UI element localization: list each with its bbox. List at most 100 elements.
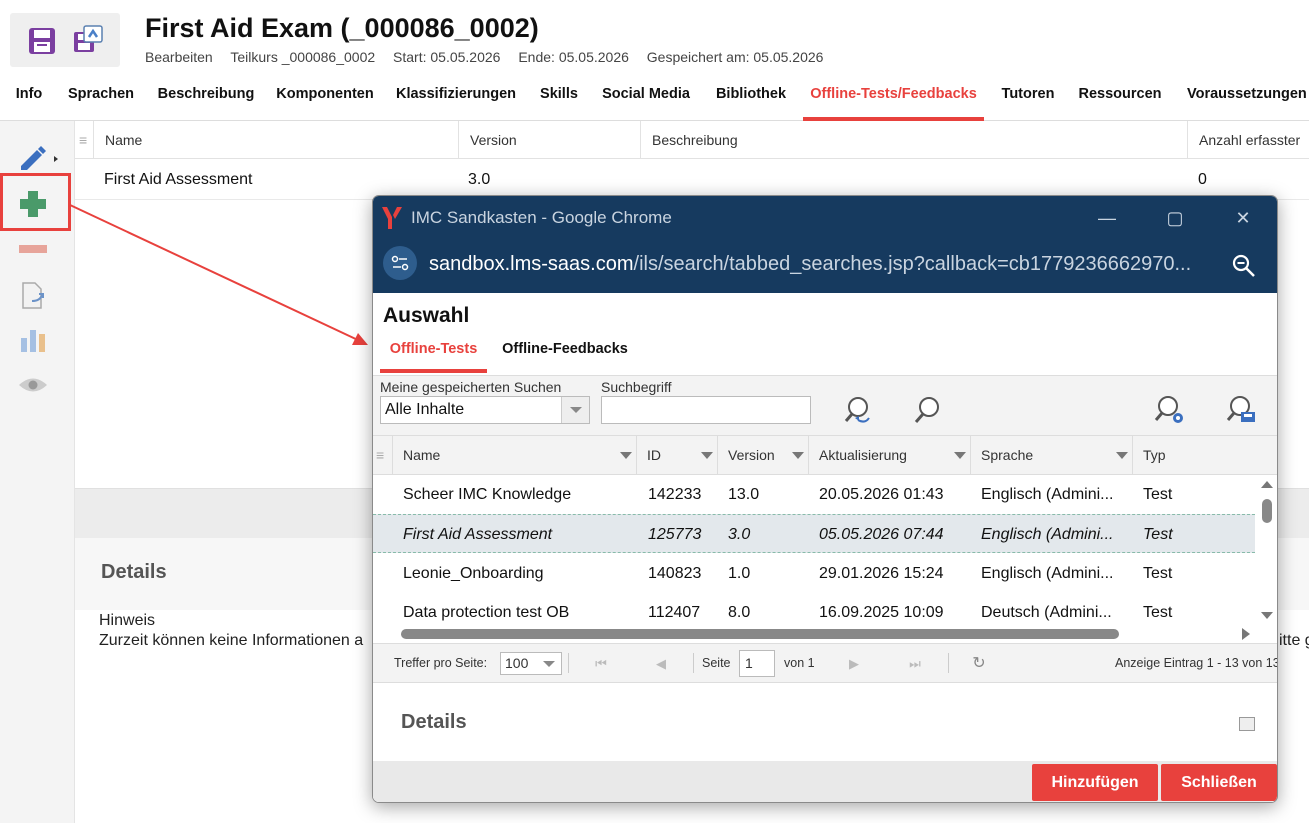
pager-summary: Anzeige Eintrag 1 - 13 von 13 (1115, 656, 1278, 670)
cell-type: Test (1143, 486, 1173, 503)
close-window-icon[interactable]: ✕ (1231, 206, 1255, 230)
zoom-icon[interactable] (1231, 253, 1257, 279)
grid-header-id[interactable]: ID (637, 436, 718, 475)
saved-search-value: Alle Inhalte (385, 401, 465, 418)
save-icon[interactable] (28, 27, 56, 55)
row-version: 3.0 (468, 171, 491, 188)
tab-bar: Info Sprachen Beschreibung Komponenten K… (0, 74, 1309, 121)
column-header-version[interactable]: Version (459, 121, 641, 159)
page-label: Seite (702, 656, 731, 670)
annotation-arrow (69, 204, 368, 345)
refresh-icon[interactable]: ↻ (970, 655, 988, 673)
tab-offline-tests-feedbacks[interactable]: Offline-Tests/Feedbacks (803, 74, 984, 121)
tab-sprachen[interactable]: Sprachen (62, 74, 140, 121)
scroll-right-icon[interactable] (1239, 627, 1253, 641)
export-document-icon[interactable] (20, 282, 48, 310)
main-table-header: ≡ Name Version Beschreibung Anzahl erfas… (75, 121, 1309, 159)
tab-offline-feedbacks[interactable]: Offline-Feedbacks (501, 337, 629, 373)
cell-name: Data protection test OB (403, 604, 570, 621)
search-term-input[interactable] (601, 396, 811, 424)
prev-page-icon[interactable]: ◀ (652, 655, 670, 673)
sort-dropdown-icon[interactable] (954, 452, 966, 459)
collapse-icon[interactable] (1239, 717, 1255, 731)
horizontal-scrollbar[interactable] (397, 625, 1255, 643)
close-button[interactable]: Schließen (1161, 764, 1277, 801)
table-row[interactable]: Data protection test OB 112407 8.0 16.09… (373, 593, 1255, 625)
grid-header-updated[interactable]: Aktualisierung (809, 436, 971, 475)
vertical-scrollbar[interactable] (1255, 475, 1277, 625)
search-term-label: Suchbegriff (601, 379, 672, 395)
table-row[interactable]: Scheer IMC Knowledge 142233 13.0 20.05.2… (373, 475, 1255, 514)
tab-tutoren[interactable]: Tutoren (994, 74, 1062, 121)
tab-komponenten[interactable]: Komponenten (272, 74, 378, 121)
grid-header-name[interactable]: Name (393, 436, 637, 475)
table-row[interactable]: First Aid Assessment 3.0 0 (75, 160, 1309, 200)
per-page-value: 100 (505, 655, 529, 671)
cell-id: 112407 (648, 604, 701, 621)
url-text[interactable]: sandbox.lms-saas.com/ils/search/tabbed_s… (429, 253, 1219, 276)
saved-search-select[interactable]: Alle Inhalte (380, 396, 590, 424)
column-header-description[interactable]: Beschreibung (641, 121, 1188, 159)
last-page-icon[interactable]: ⏭ (906, 655, 924, 673)
edit-icon[interactable] (18, 144, 58, 170)
tab-bibliothek[interactable]: Bibliothek (708, 74, 794, 121)
sort-dropdown-icon[interactable] (792, 452, 804, 459)
tab-info[interactable]: Info (6, 74, 52, 121)
minimize-icon[interactable]: — (1095, 206, 1119, 230)
grid-header-type[interactable]: Typ (1133, 436, 1277, 475)
preview-eye-icon[interactable] (18, 376, 48, 394)
grid-header-version-label: Version (728, 447, 775, 463)
details-title: Details (101, 561, 167, 583)
page-number-input[interactable]: 1 (739, 650, 775, 677)
per-page-select[interactable]: 100 (500, 652, 562, 675)
cell-name: Scheer IMC Knowledge (403, 486, 572, 503)
chevron-down-icon[interactable] (537, 653, 561, 674)
per-page-label: Treffer pro Seite: (394, 656, 488, 670)
tab-beschreibung[interactable]: Beschreibung (152, 74, 260, 121)
add-icon[interactable] (19, 190, 47, 218)
tab-social-media[interactable]: Social Media (596, 74, 696, 121)
next-page-icon[interactable]: ▶ (845, 655, 863, 673)
cell-version: 1.0 (728, 565, 751, 582)
row-name: First Aid Assessment (104, 171, 253, 188)
imc-logo-icon (382, 207, 402, 229)
sort-dropdown-icon[interactable] (620, 452, 632, 459)
sort-dropdown-icon[interactable] (701, 452, 713, 459)
search-reset-icon[interactable] (843, 394, 877, 428)
statistics-icon[interactable] (20, 328, 46, 352)
tab-ressourcen[interactable]: Ressourcen (1074, 74, 1166, 121)
column-header-count[interactable]: Anzahl erfasster (1188, 121, 1309, 159)
site-info-icon[interactable] (383, 246, 417, 280)
chevron-down-icon[interactable] (561, 397, 589, 423)
table-row-selected[interactable]: First Aid Assessment 125773 3.0 05.05.20… (373, 514, 1255, 553)
grid-header-language-label: Sprache (981, 447, 1034, 463)
search-icon[interactable] (911, 394, 945, 428)
add-button[interactable]: Hinzufügen (1032, 764, 1158, 801)
maximize-icon[interactable]: ▢ (1163, 206, 1187, 230)
grid-column-menu-icon[interactable]: ≡ (373, 436, 393, 475)
tab-skills[interactable]: Skills (534, 74, 584, 121)
first-page-icon[interactable]: ⏮ (592, 655, 610, 673)
table-row[interactable]: Leonie_Onboarding 140823 1.0 29.01.2026 … (373, 554, 1255, 593)
url-bar[interactable]: sandbox.lms-saas.com/ils/search/tabbed_s… (373, 241, 1277, 293)
tab-offline-tests[interactable]: Offline-Tests (380, 337, 487, 373)
column-header-name[interactable]: Name (94, 121, 459, 159)
tab-voraussetzungen[interactable]: Voraussetzungen (1178, 74, 1309, 121)
horizontal-scroll-thumb[interactable] (401, 629, 1119, 639)
save-search-icon[interactable] (1225, 394, 1259, 428)
grid-header-language[interactable]: Sprache (971, 436, 1133, 475)
popup-content: Auswahl Offline-Tests Offline-Feedbacks … (373, 293, 1278, 802)
popup-titlebar[interactable]: IMC Sandkasten - Google Chrome — ▢ ✕ (373, 196, 1277, 241)
tab-klassifizierungen[interactable]: Klassifizierungen (390, 74, 522, 121)
cell-id: 125773 (648, 526, 702, 543)
column-menu-icon[interactable]: ≡ (75, 121, 94, 159)
remove-icon[interactable] (19, 244, 47, 254)
grid-header-version[interactable]: Version (718, 436, 809, 475)
cell-language: Deutsch (Admini... (981, 604, 1112, 621)
sort-dropdown-icon[interactable] (1116, 452, 1128, 459)
save-as-icon[interactable] (72, 24, 104, 56)
grid-header-id-label: ID (647, 447, 661, 463)
search-settings-icon[interactable] (1153, 394, 1187, 428)
search-area: Meine gespeicherten Suchen Suchbegriff A… (373, 375, 1277, 435)
hint-text: Zurzeit können keine Informationen a (99, 632, 364, 649)
